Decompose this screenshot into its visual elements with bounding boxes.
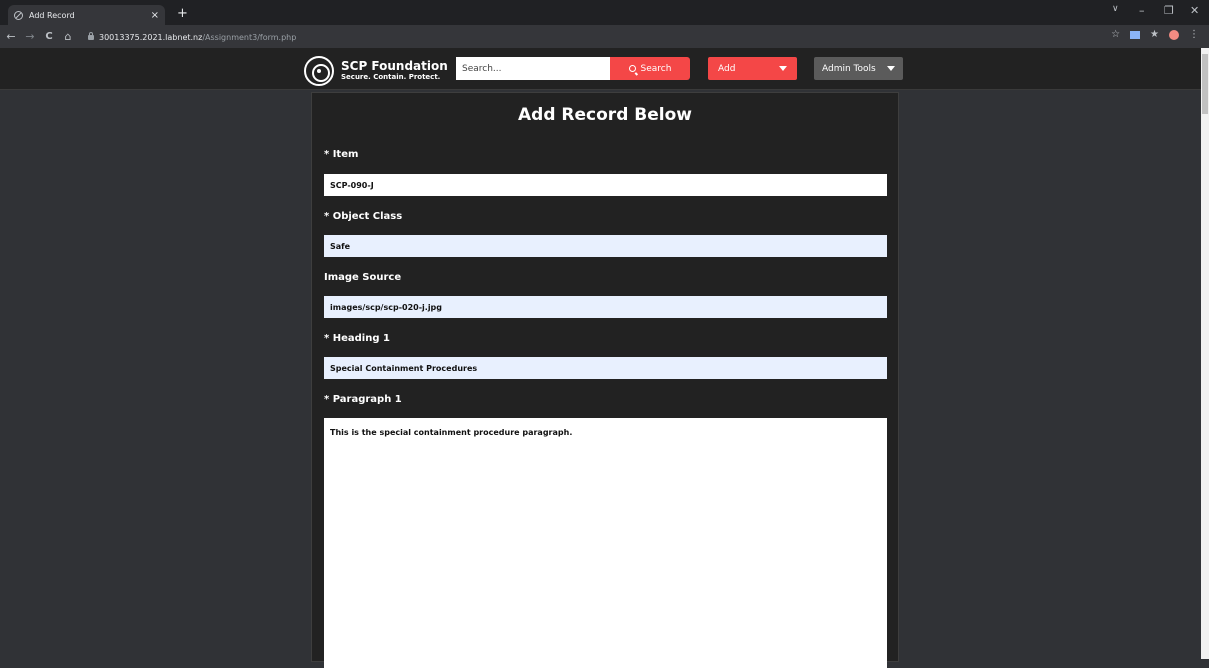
object-class-field[interactable]: Safe: [324, 235, 887, 257]
image-source-field[interactable]: images/scp/scp-020-j.jpg: [324, 296, 887, 318]
scp-logo[interactable]: SCP Foundation Secure. Contain. Protect.: [304, 56, 448, 86]
toolbar-icons: ☆ ★ ⋮: [1111, 29, 1199, 40]
new-tab-button[interactable]: +: [177, 6, 188, 21]
tab-search-icon[interactable]: ∨: [1112, 4, 1119, 14]
extensions-puzzle-icon[interactable]: ★: [1150, 29, 1159, 40]
item-field[interactable]: SCP-090-J: [324, 174, 887, 196]
page-scrollbar[interactable]: [1201, 48, 1209, 659]
profile-avatar-icon[interactable]: [1169, 29, 1179, 40]
lock-icon: [88, 31, 94, 40]
forward-arrow-icon[interactable]: →: [22, 30, 38, 43]
image-source-label: Image Source: [324, 272, 402, 283]
close-window-button[interactable]: ✕: [1190, 4, 1199, 17]
url-path: /Assignment3/form.php: [202, 32, 297, 42]
search-icon: [628, 65, 636, 72]
restore-button[interactable]: ❐: [1164, 4, 1174, 17]
add-button-label: Add: [718, 63, 736, 74]
add-dropdown-button[interactable]: Add: [708, 57, 797, 80]
browser-tabstrip: Add Record × + ∨ – ❐ ✕: [0, 0, 1209, 25]
admin-tools-dropdown-button[interactable]: Admin Tools: [814, 57, 903, 80]
browser-tab[interactable]: Add Record ×: [8, 5, 165, 25]
extension-icon[interactable]: [1130, 30, 1141, 39]
url-host: 30013375.2021.labnet.nz: [99, 32, 203, 42]
search-input[interactable]: [456, 57, 610, 80]
heading1-field[interactable]: Special Containment Procedures: [324, 357, 887, 379]
paragraph1-label: * Paragraph 1: [324, 394, 402, 405]
object-class-label: * Object Class: [324, 211, 403, 222]
reload-icon[interactable]: C: [41, 31, 57, 42]
paragraph1-textarea[interactable]: This is the special containment procedur…: [324, 418, 887, 668]
scp-emblem-icon: [304, 56, 334, 86]
item-label: * Item: [324, 149, 359, 160]
tab-title: Add Record: [29, 10, 75, 20]
add-record-form: Add Record Below * Item SCP-090-J * Obje…: [311, 92, 899, 668]
logo-title: SCP Foundation: [341, 59, 448, 73]
form-heading: Add Record Below: [518, 105, 692, 125]
chevron-down-icon: [887, 66, 895, 71]
address-bar[interactable]: 30013375.2021.labnet.nz/Assignment3/form…: [88, 29, 296, 45]
admin-button-label: Admin Tools: [822, 63, 876, 74]
bookmark-star-icon[interactable]: ☆: [1111, 29, 1120, 40]
home-icon[interactable]: ⌂: [60, 30, 76, 43]
search-button[interactable]: Search: [610, 57, 690, 80]
logo-tagline: Secure. Contain. Protect.: [341, 73, 441, 81]
minimize-button[interactable]: –: [1139, 4, 1145, 17]
search-button-label: Search: [640, 63, 672, 74]
scrollbar-thumb[interactable]: [1202, 54, 1208, 114]
browser-menu-icon[interactable]: ⋮: [1189, 29, 1199, 40]
heading1-label: * Heading 1: [324, 333, 390, 344]
tab-close-icon[interactable]: ×: [151, 10, 159, 21]
back-arrow-icon[interactable]: ←: [3, 30, 19, 43]
tab-favicon-icon: [14, 10, 23, 20]
chevron-down-icon: [779, 66, 787, 71]
